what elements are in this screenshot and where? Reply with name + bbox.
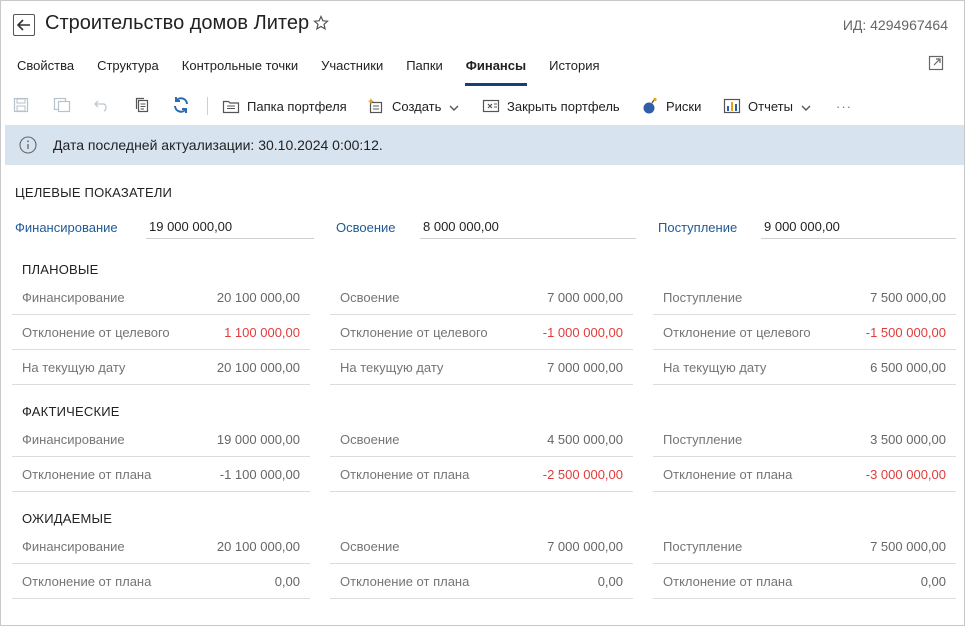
close-portfolio-icon xyxy=(482,97,500,115)
risk-bomb-icon xyxy=(641,97,659,115)
expected-development-deviation-row: Отклонение от плана 0,00 xyxy=(330,564,633,599)
toolbar-divider xyxy=(207,97,208,115)
planned-development-current-row: На текущую дату 7 000 000,00 xyxy=(330,350,633,385)
chevron-down-icon xyxy=(801,99,811,114)
expected-income-deviation-row: Отклонение от плана 0,00 xyxy=(653,564,956,599)
portfolio-folder-label: Папка портфеля xyxy=(247,98,347,114)
target-income-label[interactable]: Поступление xyxy=(658,220,737,235)
more-actions-button[interactable]: ··· xyxy=(836,96,852,116)
target-financing-field[interactable]: 19 000 000,00 xyxy=(146,215,314,239)
close-portfolio-label: Закрыть портфель xyxy=(507,98,620,114)
tab-finance[interactable]: Финансы xyxy=(464,58,528,86)
section-title-actual: ФАКТИЧЕСКИЕ xyxy=(22,404,120,419)
planned-financing-row: Финансирование 20 100 000,00 xyxy=(12,280,310,315)
info-icon xyxy=(19,136,37,154)
create-icon xyxy=(367,97,385,115)
planned-income-current-row: На текущую дату 6 500 000,00 xyxy=(653,350,956,385)
expected-financing-deviation-row: Отклонение от плана 0,00 xyxy=(12,564,310,599)
planned-income-row: Поступление 7 500 000,00 xyxy=(653,280,956,315)
copy-icon[interactable] xyxy=(133,96,151,114)
section-title-planned: ПЛАНОВЫЕ xyxy=(22,262,99,277)
target-development-field[interactable]: 8 000 000,00 xyxy=(420,215,636,239)
section-title-targets: ЦЕЛЕВЫЕ ПОКАЗАТЕЛИ xyxy=(15,185,173,200)
create-button[interactable]: Создать xyxy=(367,96,459,116)
toolbar: Папка портфеля Создать Закрыть портфель … xyxy=(1,91,964,121)
expected-financing-row: Финансирование 20 100 000,00 xyxy=(12,529,310,564)
actual-financing-deviation-row: Отклонение от плана -1 100 000,00 xyxy=(12,457,310,492)
reports-chart-icon xyxy=(723,97,741,115)
planned-income-deviation-row: Отклонение от целевого -1 500 000,00 xyxy=(653,315,956,350)
tab-structure[interactable]: Структура xyxy=(97,58,159,86)
folder-icon xyxy=(222,97,240,115)
close-portfolio-button[interactable]: Закрыть портфель xyxy=(482,96,620,116)
record-id: ИД: 4294967464 xyxy=(842,17,948,33)
open-in-new-window-icon[interactable] xyxy=(928,55,944,74)
risks-button[interactable]: Риски xyxy=(641,96,701,116)
arrow-left-icon xyxy=(17,19,30,31)
info-banner: Дата последней актуализации: 30.10.2024 … xyxy=(5,125,964,165)
actual-financing-row: Финансирование 19 000 000,00 xyxy=(12,422,310,457)
reports-label: Отчеты xyxy=(748,98,793,114)
reports-button[interactable]: Отчеты xyxy=(723,96,811,116)
create-label: Создать xyxy=(392,98,442,114)
tab-participants[interactable]: Участники xyxy=(321,58,383,86)
planned-development-deviation-row: Отклонение от целевого -1 000 000,00 xyxy=(330,315,633,350)
tab-properties[interactable]: Свойства xyxy=(17,58,74,86)
expected-income-row: Поступление 7 500 000,00 xyxy=(653,529,956,564)
actual-income-row: Поступление 3 500 000,00 xyxy=(653,422,956,457)
target-financing-label[interactable]: Финансирование xyxy=(15,220,118,235)
back-button[interactable] xyxy=(13,14,35,36)
tab-folders[interactable]: Папки xyxy=(406,58,443,86)
actual-development-deviation-row: Отклонение от плана -2 500 000,00 xyxy=(330,457,633,492)
section-title-expected: ОЖИДАЕМЫЕ xyxy=(22,511,113,526)
last-update-text: Дата последней актуализации: 30.10.2024 … xyxy=(53,137,383,153)
tab-bar: Свойства Структура Контрольные точки Уча… xyxy=(17,58,623,86)
save-and-close-icon[interactable] xyxy=(53,96,71,114)
actual-income-deviation-row: Отклонение от плана -3 000 000,00 xyxy=(653,457,956,492)
refresh-icon[interactable] xyxy=(172,96,190,114)
tab-history[interactable]: История xyxy=(549,58,599,86)
window-frame: Строительство домов Литер ИД: 4294967464… xyxy=(0,0,965,626)
tab-milestones[interactable]: Контрольные точки xyxy=(182,58,298,86)
actual-development-row: Освоение 4 500 000,00 xyxy=(330,422,633,457)
favorite-star-icon[interactable] xyxy=(313,15,329,34)
target-development-label[interactable]: Освоение xyxy=(336,220,396,235)
risks-label: Риски xyxy=(666,98,702,114)
planned-financing-current-row: На текущую дату 20 100 000,00 xyxy=(12,350,310,385)
planned-financing-deviation-row: Отклонение от целевого 1 100 000,00 xyxy=(12,315,310,350)
save-icon[interactable] xyxy=(12,96,30,114)
expected-development-row: Освоение 7 000 000,00 xyxy=(330,529,633,564)
undo-icon[interactable] xyxy=(93,96,111,114)
target-income-field[interactable]: 9 000 000,00 xyxy=(761,215,956,239)
chevron-down-icon xyxy=(449,99,459,114)
portfolio-folder-button[interactable]: Папка портфеля xyxy=(222,96,347,116)
planned-development-row: Освоение 7 000 000,00 xyxy=(330,280,633,315)
page-title: Строительство домов Литер xyxy=(45,12,310,34)
